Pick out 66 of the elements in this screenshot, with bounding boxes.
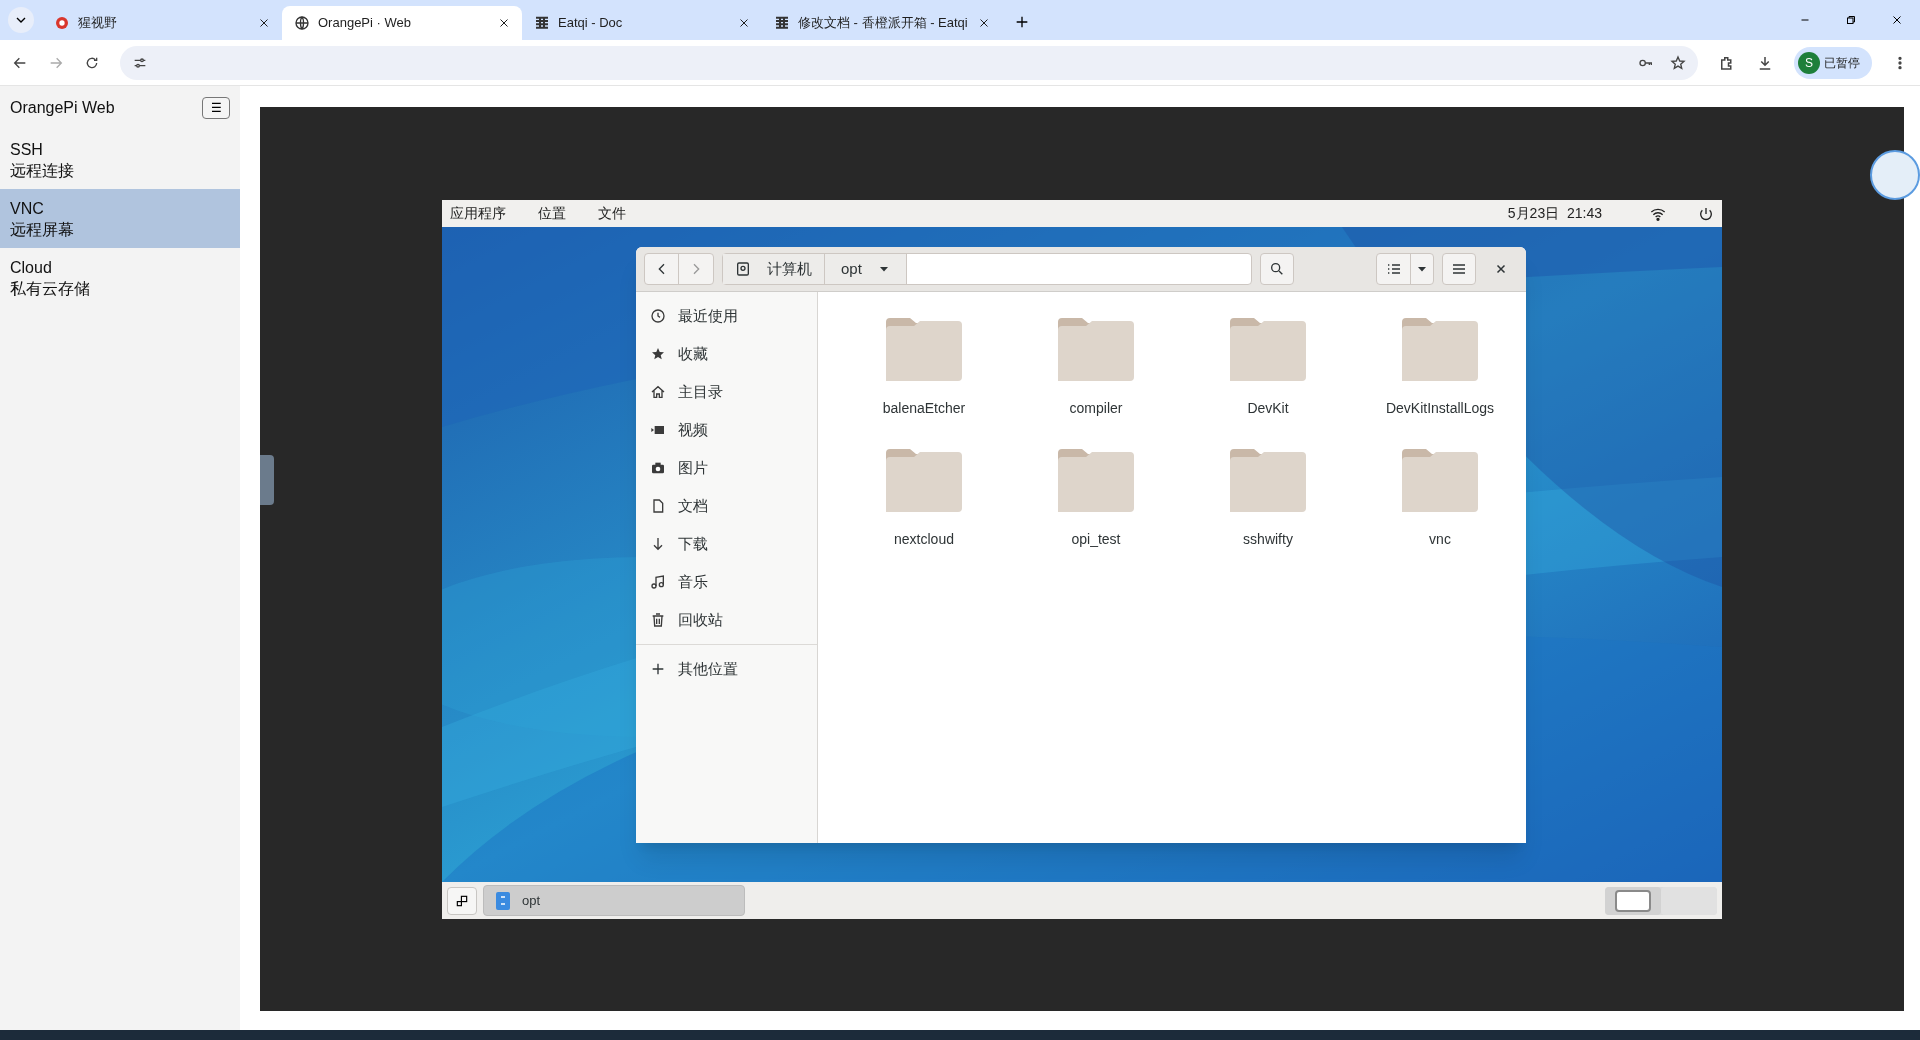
places-item[interactable]: 最近使用 (636, 297, 817, 335)
places-item[interactable]: 视频 (636, 411, 817, 449)
workspace-button[interactable] (1605, 886, 1661, 915)
restore-icon[interactable] (1845, 14, 1857, 26)
taskbar-window-button[interactable]: opt (483, 885, 745, 916)
folder-name[interactable]: compiler (1069, 398, 1123, 419)
places-item[interactable]: 音乐 (636, 563, 817, 601)
profile-button[interactable]: S 已暂停 (1794, 46, 1872, 79)
close-icon[interactable] (978, 17, 990, 29)
browser-tab[interactable]: 猩视野 (42, 6, 282, 40)
list-view-icon[interactable] (1385, 261, 1402, 277)
places-item[interactable]: 图片 (636, 449, 817, 487)
search-icon[interactable] (1269, 261, 1285, 277)
file-cabinet-icon (496, 891, 510, 910)
folder-name[interactable]: DevKit (1247, 398, 1289, 419)
path-button[interactable]: 计算机 (723, 254, 825, 284)
panel-menu[interactable]: 文件 (598, 203, 626, 224)
places-item[interactable]: 收藏 (636, 335, 817, 373)
close-icon[interactable] (498, 17, 510, 29)
folder-name[interactable]: opi_test (1071, 529, 1121, 550)
panel-menu[interactable]: 应用程序 (450, 203, 506, 224)
menu-icon[interactable] (1451, 261, 1467, 277)
show-desktop-icon[interactable] (455, 893, 469, 908)
new-tab-icon[interactable] (1014, 14, 1030, 30)
panel-menu[interactable]: 位置 (538, 203, 566, 224)
folder-name[interactable]: vnc (1429, 529, 1451, 550)
nav-item[interactable]: Cloud 私有云存储 (0, 248, 240, 307)
document-icon (650, 498, 666, 514)
places-item[interactable]: 回收站 (636, 601, 817, 639)
avatar-initial: S (1798, 51, 1820, 74)
browser-tab[interactable]: Eatqi - Doc (522, 6, 762, 40)
places-item[interactable]: 文档 (636, 487, 817, 525)
path-button[interactable]: opt (825, 254, 907, 284)
nav-item[interactable]: SSH 远程连接 (0, 130, 240, 189)
camera-icon (650, 460, 666, 476)
drawer-handle[interactable] (260, 455, 274, 505)
clock-icon (650, 308, 666, 324)
folder-name[interactable]: balenaEtcher (882, 398, 966, 419)
star-icon (650, 346, 666, 362)
globe-icon (294, 15, 310, 31)
grid-icon (534, 15, 550, 31)
folder-name[interactable]: sshwifty (1243, 529, 1293, 550)
grid-icon (774, 15, 790, 31)
close-icon[interactable] (1495, 263, 1507, 275)
plus-icon (650, 661, 666, 677)
places-item[interactable]: 主目录 (636, 373, 817, 411)
star-icon[interactable] (1670, 54, 1686, 71)
circle-icon (54, 15, 70, 31)
clock[interactable]: 5月23日 21:43 (1507, 203, 1602, 224)
app-title: OrangePi Web (10, 98, 115, 118)
home-icon (650, 384, 666, 400)
close-icon[interactable] (1891, 14, 1903, 26)
browser-tab[interactable]: OrangePi · Web (282, 6, 522, 40)
menu-button[interactable]: ☰ (202, 97, 230, 119)
trash-icon (650, 612, 666, 628)
close-icon[interactable] (738, 17, 750, 29)
drive-icon (735, 261, 751, 277)
browser-tab[interactable]: 修改文档 - 香橙派开箱 - Eatqi (762, 6, 1002, 40)
music-note-icon (650, 574, 666, 590)
folder-name[interactable]: DevKitInstallLogs (1385, 398, 1495, 419)
power-icon[interactable] (1698, 205, 1714, 222)
places-item[interactable]: 下载 (636, 525, 817, 563)
nav-item[interactable]: VNC 远程屏幕 (0, 189, 240, 248)
folder-name[interactable]: nextcloud (894, 529, 954, 550)
places-item[interactable]: 其他位置 (636, 650, 817, 688)
close-icon[interactable] (258, 17, 270, 29)
